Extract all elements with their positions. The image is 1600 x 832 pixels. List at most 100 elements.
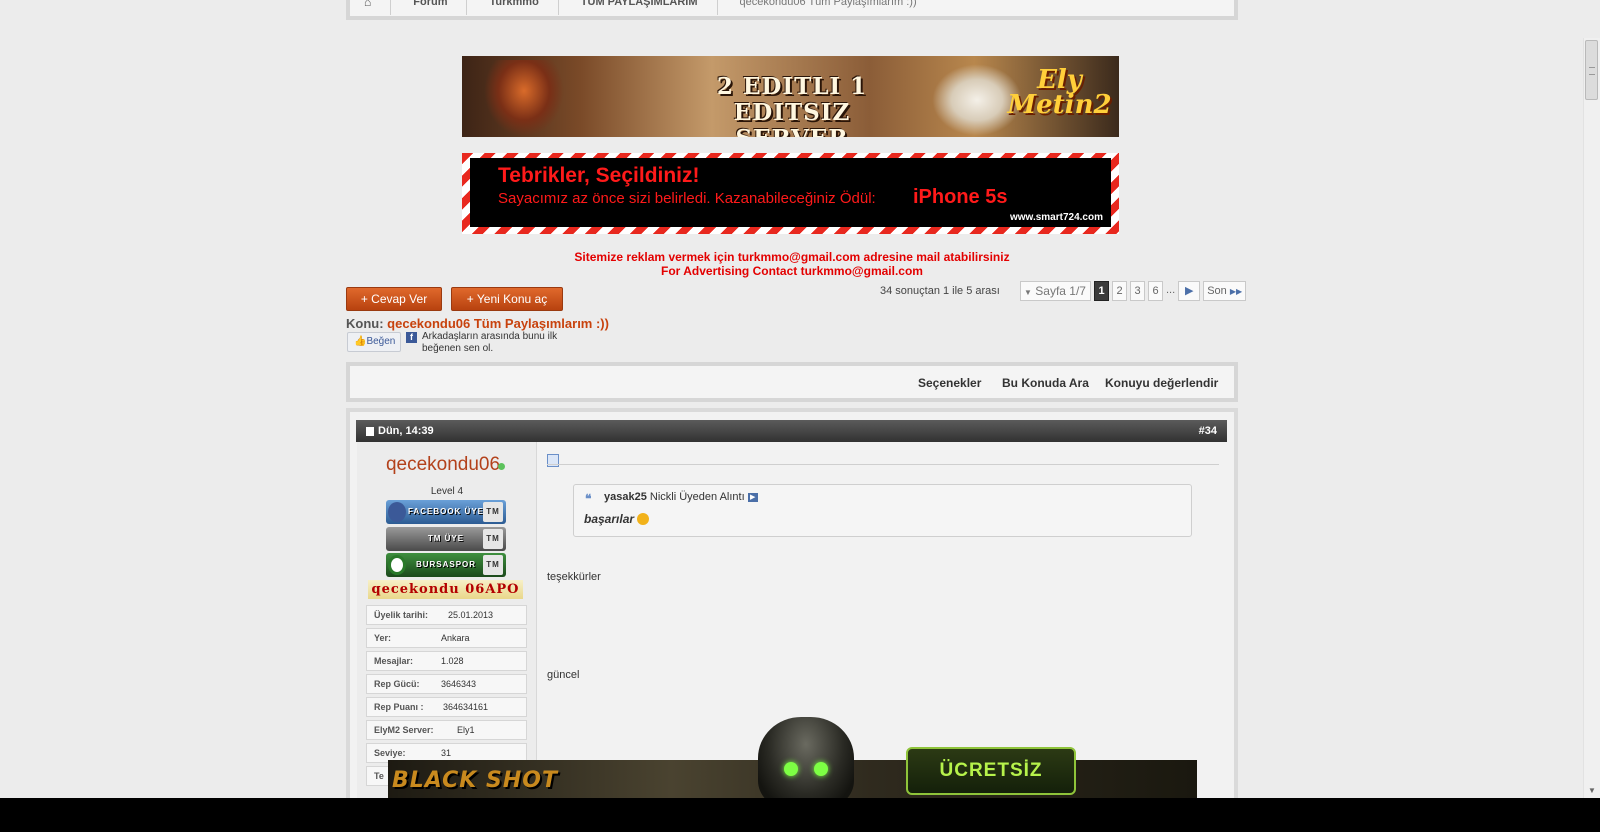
thread-title: Konu: qecekondu06 Tüm Paylaşımlarım :)) (346, 316, 609, 331)
thumbs-up-icon: 👍 (354, 336, 367, 347)
facebook-like-button[interactable]: 👍Beğen (347, 332, 401, 352)
pagination-summary: 34 sonuçtan 1 ile 5 arası (880, 285, 1000, 297)
breadcrumb-current: qecekondu06 Tüm Paylaşımlarım :)) (739, 0, 917, 8)
post-text-line: güncel (547, 669, 580, 681)
bursaspor-logo-icon (388, 555, 406, 575)
page-3[interactable]: 3 (1130, 281, 1145, 301)
tm-tag: TM (483, 502, 503, 522)
bursaspor-badge: BURSASPOR TM (386, 553, 506, 577)
breadcrumb-category[interactable]: TÜM PAYLAŞIMLARIM (559, 0, 718, 15)
info-rep-power: Rep Gücü: 3646343 (366, 674, 527, 694)
tm-tag: TM (483, 555, 503, 575)
info-rep-points: Rep Puanı : 364634161 (366, 697, 527, 717)
quote-body: başarılar (584, 512, 650, 526)
view-post-icon[interactable]: ▶ (747, 492, 758, 502)
thread-title-text: qecekondu06 Tüm Paylaşımlarım :)) (387, 316, 609, 331)
post-divider (547, 464, 1219, 465)
info-key: Te (374, 771, 384, 781)
prize-site: www.smart724.com (1009, 212, 1103, 223)
ely-metin-logo: Ely Metin2 (1007, 67, 1112, 120)
info-value: 25.01.2013 (448, 610, 494, 620)
info-server: ElyM2 Server: Ely1 (366, 720, 527, 740)
badge-label-bursaspor: BURSASPOR (415, 560, 477, 569)
prize-banner[interactable]: Tebrikler, Seçildiniz! Sayacımız az önce… (462, 153, 1119, 234)
warrior-figure (484, 60, 564, 137)
quote-text: başarılar (584, 512, 635, 526)
reply-button[interactable]: + Cevap Ver (346, 287, 442, 311)
info-value: Ankara (441, 633, 470, 643)
banner-headline-line1: 2 EDITLI 1 EDITSIZ (716, 73, 868, 126)
info-join-date: Üyelik tarihi: 25.01.2013 (366, 605, 527, 625)
thread-options-menu[interactable]: Seçenekler (918, 376, 981, 390)
page-jump-dropdown[interactable]: ▼ Sayfa 1/7 (1020, 281, 1091, 301)
thread-label: Konu: (346, 316, 384, 331)
breadcrumb-turkmmo[interactable]: Turkmmo (467, 0, 560, 15)
online-status-icon (498, 463, 505, 470)
home-icon[interactable]: ⌂ (350, 0, 392, 15)
logo-line2: Metin2 (1007, 90, 1112, 120)
info-value: 3646343 (441, 679, 477, 689)
info-key: Üyelik tarihi: (374, 610, 429, 620)
quote-suffix: Nickli Üyeden Alıntı (649, 491, 745, 503)
like-label: Beğen (366, 336, 396, 347)
info-location: Yer: Ankara (366, 628, 527, 648)
rate-thread-menu[interactable]: Konuyu değerlendir (1105, 376, 1218, 390)
quote-icon: ❝ (585, 492, 592, 506)
scrollbar-thumb[interactable] (1585, 40, 1598, 100)
pagination-ellipsis: ... (1166, 284, 1176, 296)
post-status-icon (366, 427, 374, 436)
post-document-icon (547, 454, 559, 467)
post-number[interactable]: #34 (1199, 420, 1217, 442)
info-posts: Mesajlar: 1.028 (366, 651, 527, 671)
metin-banner[interactable]: 2 EDITLI 1 EDITSIZ SERVER Ely Metin2 (462, 56, 1119, 137)
vertical-scrollbar[interactable] (1583, 38, 1600, 798)
search-thread-menu[interactable]: Bu Konuda Ara (1002, 376, 1089, 390)
info-value: 1.028 (441, 656, 464, 666)
smile-icon (637, 513, 650, 525)
advert-text-tr: Sitemize reklam vermek için turkmmo@gmai… (574, 250, 1010, 264)
tm-member-badge: TM ÜYE TM (386, 527, 506, 551)
page-6[interactable]: 6 (1148, 281, 1163, 301)
prize-subtitle: Sayacımız az önce sizi belirledi. Kazana… (498, 190, 876, 207)
user-level: Level 4 (430, 486, 464, 497)
last-page-button[interactable]: Son ▶▶ (1203, 281, 1247, 301)
facebook-social-text: Arkadaşların arasında bunu ilk beğenen s… (422, 331, 558, 354)
fast-forward-icon: ▶▶ (1229, 287, 1243, 296)
taskbar (0, 798, 1600, 832)
advert-text-en: For Advertising Contact turkmmo@gmail.co… (661, 264, 923, 278)
quote-box: ❝ yasak25 Nickli Üyeden Alıntı ▶ başarıl… (573, 484, 1192, 537)
post-date: Dün, 14:39 (378, 425, 434, 437)
tm-tag: TM (483, 529, 503, 549)
soldier-helmet-image (758, 717, 854, 808)
scroll-down-arrow-icon[interactable]: ▼ (1587, 786, 1597, 795)
next-page-icon[interactable]: ▶ (1178, 281, 1201, 301)
facebook-icon: f (406, 332, 417, 343)
quote-header: yasak25 Nickli Üyeden Alıntı ▶ (604, 491, 758, 503)
info-key: ElyM2 Server: (374, 725, 434, 735)
new-thread-button[interactable]: + Yeni Konu aç (451, 287, 563, 311)
facebook-user-icon (388, 502, 406, 522)
info-key: Rep Puanı : (374, 702, 424, 712)
user-signature-banner: qecekondu 06APO (368, 580, 523, 599)
post-text-line: teşekkürler (547, 571, 601, 583)
page-2[interactable]: 2 (1112, 281, 1127, 301)
prize-title: Tebrikler, Seçildiniz! (498, 164, 700, 187)
quote-author[interactable]: yasak25 (604, 491, 647, 503)
banner-headline-line2: SERVER (662, 126, 922, 138)
info-key: Yer: (374, 633, 392, 643)
post-header: Dün, 14:39 #34 (356, 420, 1227, 442)
info-key: Mesajlar: (374, 656, 414, 666)
breadcrumb: ⌂ Forum Turkmmo TÜM PAYLAŞIMLARIM qeceko… (346, 0, 1238, 20)
prize-banner-inner: Tebrikler, Seçildiniz! Sayacımız az önce… (470, 158, 1111, 227)
info-value: 364634161 (443, 702, 489, 712)
free-download-button[interactable]: ÜCRETSİZ İNDİR! (906, 747, 1076, 825)
black-shot-logo: BLACK SHOT (392, 768, 558, 793)
badge-label-facebook: FACEBOOK ÜYE (407, 507, 484, 516)
prize-name: iPhone 5s (913, 186, 1008, 208)
breadcrumb-forum[interactable]: Forum (391, 0, 468, 15)
page-1[interactable]: 1 (1094, 281, 1109, 301)
facebook-member-badge: FACEBOOK ÜYE TM (386, 500, 506, 524)
page-jump-label: Sayfa 1/7 (1035, 284, 1086, 298)
pagination: ▼ Sayfa 1/7 1 2 3 6 ... ▶ Son ▶▶ (1020, 281, 1247, 301)
chevron-down-icon: ▼ (1024, 288, 1032, 297)
